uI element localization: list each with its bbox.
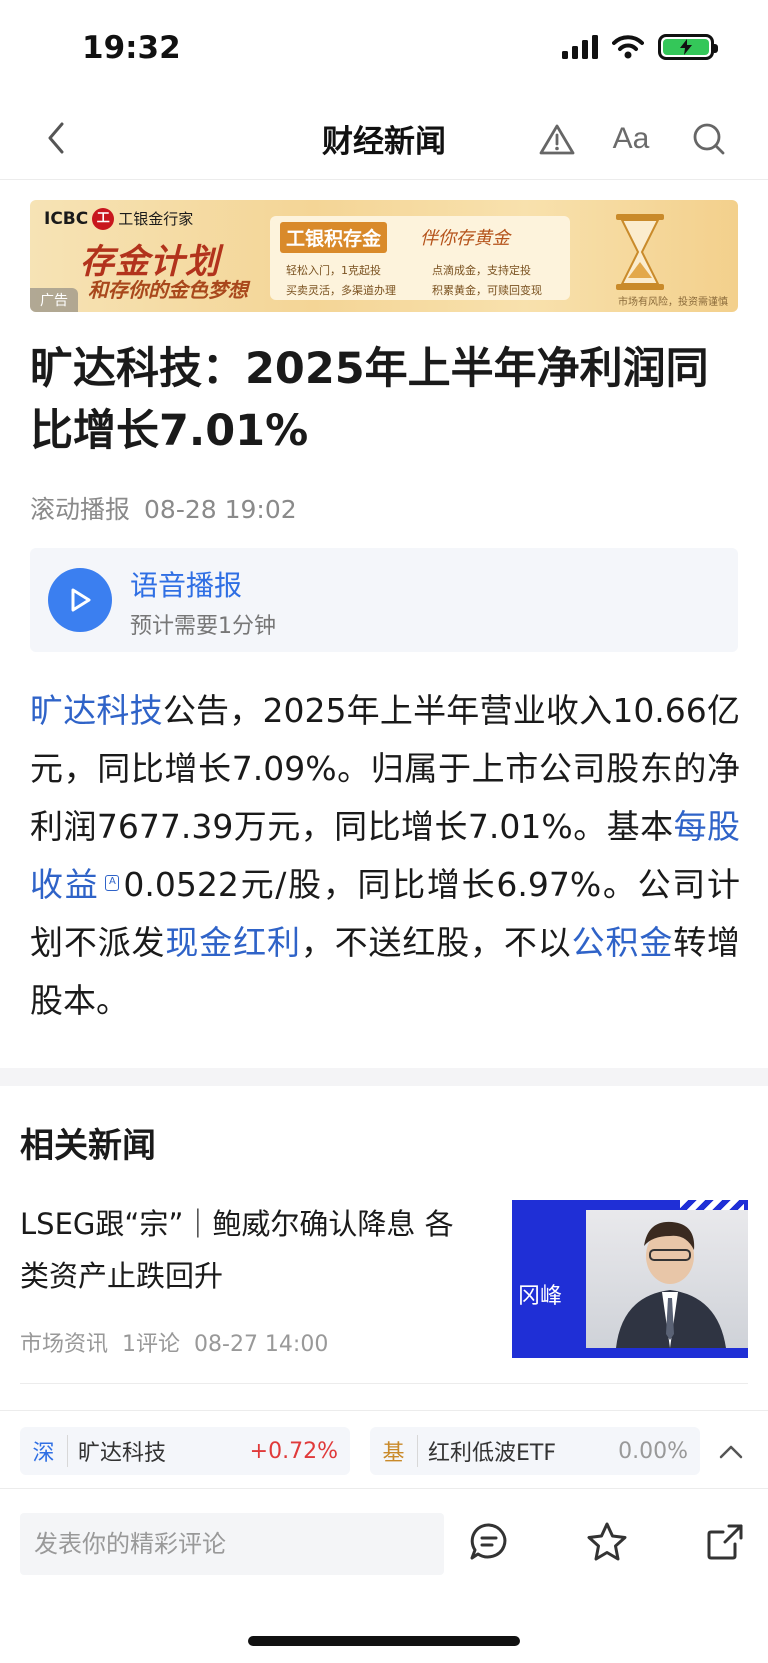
thumbnail-photo <box>586 1210 748 1348</box>
audio-broadcast-card[interactable]: 语音播报 预计需要1分钟 <box>30 548 738 652</box>
ticker-market: 深 <box>20 1435 68 1467</box>
ad-brand: ICBC <box>44 209 89 229</box>
section-divider <box>0 1068 768 1086</box>
person-portrait-icon <box>616 1221 726 1348</box>
ad-subline: 和存你的金色梦想 <box>88 278 248 302</box>
ad-panel-slogan: 伴你存黄金 <box>420 228 510 249</box>
search-button[interactable] <box>688 118 730 160</box>
share-icon <box>707 1524 743 1560</box>
star-icon <box>587 1522 627 1561</box>
status-bar: 19:32 <box>0 0 768 100</box>
report-button[interactable] <box>536 118 578 160</box>
ad-bank-name: 工银金行家 <box>118 210 194 228</box>
ad-tag: 广告 <box>30 288 78 312</box>
comment-icon <box>470 1523 507 1560</box>
article-time: 08-28 19:02 <box>144 495 297 524</box>
comment-bar <box>0 1488 768 1588</box>
ticker-market: 基 <box>370 1435 418 1467</box>
news-thumbnail: 冈峰 <box>512 1200 748 1358</box>
ticker-change: 0.00% <box>618 1438 688 1464</box>
article-source: 滚动播报 <box>30 495 131 524</box>
audio-duration: 预计需要1分钟 <box>130 614 276 639</box>
news-headline: LSEG跟“宗”｜鲍威尔确认降息 各类资产止跌回升 <box>20 1207 454 1293</box>
ad-feature: 积累黄金，可赎回变现 <box>432 284 542 297</box>
news-category: 市场资讯 <box>20 1332 109 1357</box>
ticker-name: 红利低波ETF <box>428 1441 556 1466</box>
status-icons <box>562 34 718 60</box>
ad-logo: ICBC 工工银金行家 <box>44 208 193 230</box>
related-news-heading: 相关新闻 <box>20 1126 156 1166</box>
comments-button[interactable] <box>466 1519 512 1565</box>
body-text-3: ，不送红股，不以 <box>300 923 572 962</box>
play-button[interactable] <box>48 568 112 632</box>
page-title: 财经新闻 <box>322 124 446 160</box>
play-icon <box>71 588 91 612</box>
ad-feature: 买卖灵活，多渠道办理 <box>286 284 396 297</box>
news-meta: 市场资讯 1评论 08-27 14:00 <box>20 1326 328 1358</box>
ad-risk-note: 市场有风险，投资需谨慎 <box>618 297 728 308</box>
navigation-bar: 财经新闻 Aa <box>0 100 768 180</box>
comment-input[interactable] <box>20 1513 444 1575</box>
ad-feature: 点滴成金，支持定投 <box>432 264 531 277</box>
related-news-item[interactable]: LSEG跟“宗”｜鲍威尔确认降息 各类资产止跌回升 市场资讯 1评论 08-27 1… <box>20 1198 748 1384</box>
icbc-logo-icon: 工 <box>92 208 115 230</box>
ticker-name: 旷达科技 <box>78 1441 167 1466</box>
search-icon <box>693 123 725 155</box>
status-time: 19:32 <box>82 30 181 66</box>
share-button[interactable] <box>702 1519 748 1565</box>
home-indicator <box>248 1636 520 1646</box>
article-body: 旷达科技公告，2025年上半年营业收入10.66亿元，同比增长7.09%。归属于… <box>30 682 740 1030</box>
charging-bolt-icon <box>680 39 692 55</box>
chevron-up-icon <box>719 1445 743 1459</box>
news-comments: 1评论 <box>122 1332 181 1357</box>
hourglass-icon <box>616 214 664 290</box>
audio-title: 语音播报 <box>130 569 243 602</box>
thumbnail-stripe <box>680 1200 744 1210</box>
ad-panel-title: 工银积存金 <box>280 222 388 253</box>
ad-banner[interactable]: ICBC 工工银金行家 存金计划 和存你的金色梦想 工银积存金 伴你存黄金 轻松入… <box>30 200 738 312</box>
dividend-link[interactable]: 现金红利 <box>165 923 300 962</box>
ticker-change: +0.72% <box>249 1438 338 1464</box>
company-link[interactable]: 旷达科技 <box>30 691 163 730</box>
article-meta: 滚动播报 08-28 19:02 <box>30 490 297 526</box>
stock-ticker[interactable]: 深 旷达科技 +0.72% <box>20 1427 350 1475</box>
collapse-button[interactable] <box>714 1435 748 1469</box>
info-tag-icon[interactable]: A <box>105 875 120 891</box>
cellular-signal-icon <box>562 35 598 59</box>
battery-icon <box>658 34 718 60</box>
favorite-button[interactable] <box>584 1519 630 1565</box>
news-time: 08-27 14:00 <box>194 1332 329 1357</box>
font-size-button[interactable]: Aa <box>610 118 652 160</box>
reserve-link[interactable]: 公积金 <box>572 923 674 962</box>
stock-ticker-bar: 深 旷达科技 +0.72% 基 红利低波ETF 0.00% <box>0 1410 768 1488</box>
ad-feature: 轻松入门，1克起投 <box>286 264 381 277</box>
article-title: 旷达科技：2025年上半年净利润同比增长7.01% <box>30 344 709 456</box>
wifi-icon <box>612 35 644 59</box>
thumbnail-label: 冈峰 <box>518 1284 563 1309</box>
ad-panel: 工银积存金 伴你存黄金 轻松入门，1克起投 点滴成金，支持定投 买卖灵活，多渠道… <box>270 216 570 300</box>
warning-icon <box>539 124 575 155</box>
fund-ticker[interactable]: 基 红利低波ETF 0.00% <box>370 1427 700 1475</box>
